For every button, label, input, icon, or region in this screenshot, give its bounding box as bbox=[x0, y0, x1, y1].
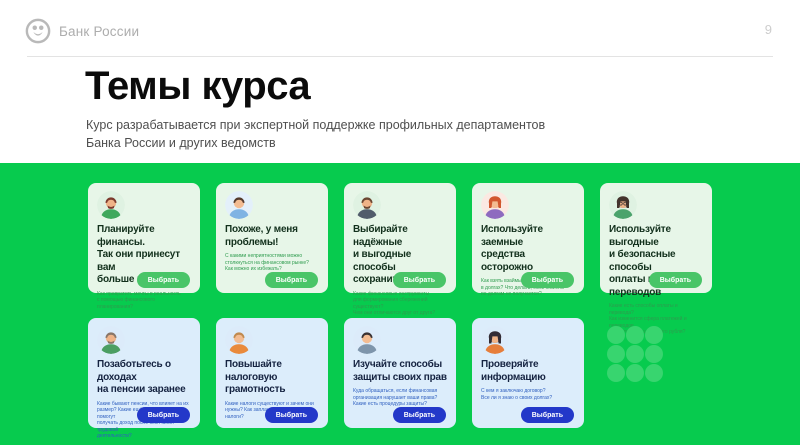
avatar-man-gray-blue-shirt-icon bbox=[353, 326, 381, 354]
card-description: С кем я заключаю договор? Все ли я знаю … bbox=[481, 388, 575, 401]
page-title: Темы курса bbox=[85, 64, 310, 109]
avatar-woman-dark-hair-icon bbox=[481, 326, 509, 354]
topic-card-problems: Похоже, у меня проблемы! С какими неприя… bbox=[216, 183, 328, 293]
avatar-older-man-beard-icon bbox=[97, 326, 125, 354]
select-button[interactable]: Выбрать bbox=[265, 272, 318, 288]
card-title: Повышайте налоговую грамотность bbox=[225, 359, 319, 397]
dots-decoration bbox=[607, 326, 664, 382]
topics-row-2: Позаботьтесь о доходах на пенсии заранее… bbox=[88, 318, 584, 428]
card-title: Используйте заемные средства осторожно bbox=[481, 224, 575, 274]
select-button[interactable]: Выбрать bbox=[521, 407, 574, 423]
topic-card-verify-information: Проверяйте информацию С кем я заключаю д… bbox=[472, 318, 584, 428]
card-description: Какие финансовые инструменты для формиро… bbox=[353, 291, 447, 317]
card-description: С какими неприятностями можно столкнутьс… bbox=[225, 253, 319, 273]
select-button[interactable]: Выбрать bbox=[393, 407, 446, 423]
topic-card-tax-literacy: Повышайте налоговую грамотность Какие на… bbox=[216, 318, 328, 428]
topic-card-payments-transfers: Используйте выгодные и безопасные способ… bbox=[600, 183, 712, 293]
slide: Банк России 9 Темы курса Курс разрабатыв… bbox=[0, 0, 800, 445]
card-title: Проверяйте информацию bbox=[481, 359, 575, 384]
avatar-young-man-blue-shirt-icon bbox=[225, 191, 253, 219]
select-button[interactable]: Выбрать bbox=[521, 272, 574, 288]
bank-of-russia-logo: Банк России bbox=[25, 18, 139, 44]
topics-row-1: Планируйте финансы. Так они принесут вам… bbox=[88, 183, 712, 293]
avatar-man-orange-shirt-icon bbox=[225, 326, 253, 354]
logo-text: Банк России bbox=[59, 24, 139, 39]
avatar-bearded-man-dark-jacket-icon bbox=[353, 191, 381, 219]
topic-card-rights-protection: Изучайте способы защиты своих прав Куда … bbox=[344, 318, 456, 428]
page-number: 9 bbox=[765, 22, 772, 37]
select-button[interactable]: Выбрать bbox=[649, 272, 702, 288]
topic-card-pension-income: Позаботьтесь о доходах на пенсии заранее… bbox=[88, 318, 200, 428]
topic-card-plan-finances: Планируйте финансы. Так они принесут вам… bbox=[88, 183, 200, 293]
select-button[interactable]: Выбрать bbox=[137, 407, 190, 423]
card-title: Изучайте способы защиты своих прав bbox=[353, 359, 447, 384]
card-title: Позаботьтесь о доходах на пенсии заранее bbox=[97, 359, 191, 397]
topics-band: Планируйте финансы. Так они принесут вам… bbox=[0, 163, 800, 445]
header-divider bbox=[27, 56, 773, 57]
page-subtitle: Курс разрабатывается при экспертной подд… bbox=[86, 116, 606, 152]
select-button[interactable]: Выбрать bbox=[265, 407, 318, 423]
select-button[interactable]: Выбрать bbox=[137, 272, 190, 288]
card-title: Похоже, у меня проблемы! bbox=[225, 224, 319, 249]
topic-card-save-money: Выбирайте надёжные и выгодные способы со… bbox=[344, 183, 456, 293]
select-button[interactable]: Выбрать bbox=[393, 272, 446, 288]
avatar-man-green-shirt-icon bbox=[97, 191, 125, 219]
avatar-woman-glasses-icon bbox=[609, 191, 637, 219]
card-description: Куда обращаться, если финансовая организ… bbox=[353, 388, 447, 408]
bank-of-russia-emblem-icon bbox=[25, 18, 51, 44]
topic-card-borrow-carefully: Используйте заемные средства осторожно К… bbox=[472, 183, 584, 293]
header: Банк России 9 bbox=[0, 0, 800, 57]
card-description: Как превратить мечты в реальность с помо… bbox=[97, 291, 191, 311]
avatar-woman-red-hair-icon bbox=[481, 191, 509, 219]
